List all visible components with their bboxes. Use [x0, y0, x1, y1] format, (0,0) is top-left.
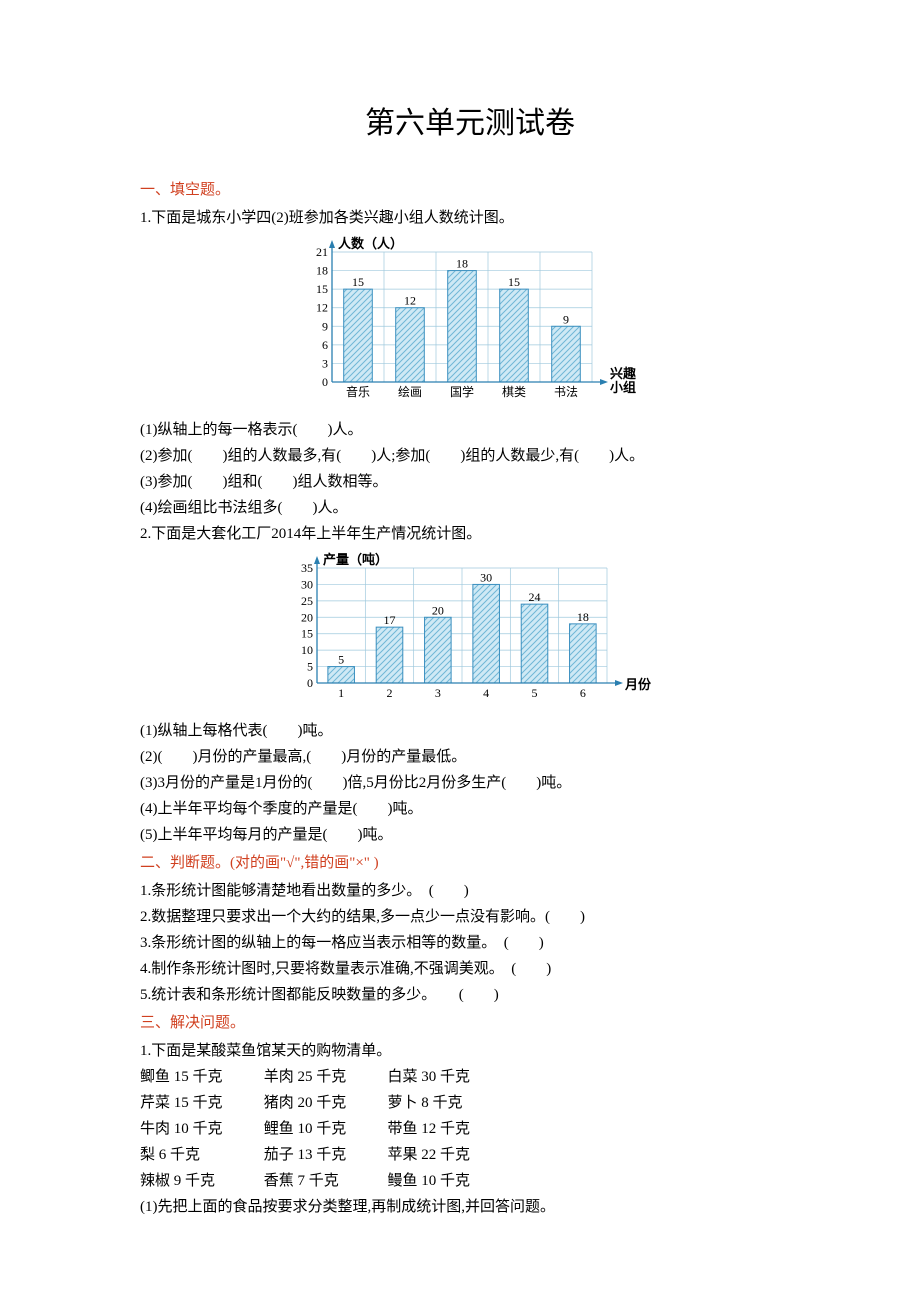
svg-text:30: 30: [301, 577, 313, 591]
shop-row-0: 鲫鱼 15 千克 羊肉 25 千克 白菜 30 千克: [140, 1065, 800, 1089]
q2-intro: 2.下面是大套化工厂2014年上半年生产情况统计图。: [140, 522, 800, 546]
svg-text:24: 24: [529, 590, 541, 604]
svg-text:15: 15: [352, 275, 364, 289]
j2: 2.数据整理只要求出一个大约的结果,多一点少一点没有影响。( ): [140, 905, 800, 929]
svg-text:国学: 国学: [450, 384, 474, 399]
shop-cell: 鲤鱼 10 千克: [264, 1117, 384, 1141]
shop-cell: 茄子 13 千克: [264, 1143, 384, 1167]
svg-text:15: 15: [508, 275, 520, 289]
shop-cell: 猪肉 20 千克: [264, 1091, 384, 1115]
svg-text:3: 3: [322, 356, 328, 370]
shop-cell: 羊肉 25 千克: [264, 1065, 384, 1089]
shop-cell: 白菜 30 千克: [388, 1065, 508, 1089]
q1-4: (4)绘画组比书法组多( )人。: [140, 496, 800, 520]
q1-intro: 1.下面是城东小学四(2)班参加各类兴趣小组人数统计图。: [140, 206, 800, 230]
section-3-head: 三、解决问题。: [140, 1011, 800, 1035]
shop-cell: 梨 6 千克: [140, 1143, 260, 1167]
shop-cell: 香蕉 7 千克: [264, 1169, 384, 1193]
shop-row-1: 芹菜 15 千克 猪肉 20 千克 萝卜 8 千克: [140, 1091, 800, 1115]
shop-cell: 苹果 22 千克: [388, 1143, 508, 1167]
svg-text:10: 10: [301, 643, 313, 657]
svg-text:音乐: 音乐: [346, 384, 370, 399]
svg-text:5: 5: [338, 653, 344, 667]
q2-5: (5)上半年平均每月的产量是( )吨。: [140, 823, 800, 847]
svg-text:5: 5: [532, 686, 538, 700]
svg-text:12: 12: [404, 294, 416, 308]
svg-text:20: 20: [432, 603, 444, 617]
svg-text:0: 0: [307, 676, 313, 690]
svg-text:12: 12: [316, 301, 328, 315]
svg-text:1: 1: [338, 686, 344, 700]
svg-text:20: 20: [301, 610, 313, 624]
svg-text:35: 35: [301, 561, 313, 575]
j1: 1.条形统计图能够清楚地看出数量的多少。 ( ): [140, 879, 800, 903]
section-2-head: 二、判断题。(对的画"√",错的画"×" ): [140, 851, 800, 875]
q2-4: (4)上半年平均每个季度的产量是( )吨。: [140, 797, 800, 821]
svg-text:2: 2: [387, 686, 393, 700]
svg-text:绘画: 绘画: [398, 384, 422, 399]
shop-cell: 带鱼 12 千克: [388, 1117, 508, 1141]
j4: 4.制作条形统计图时,只要将数量表示准确,不强调美观。 ( ): [140, 957, 800, 981]
svg-text:3: 3: [435, 686, 441, 700]
svg-text:25: 25: [301, 594, 313, 608]
svg-text:17: 17: [384, 613, 396, 627]
shop-row-4: 辣椒 9 千克 香蕉 7 千克 鳗鱼 10 千克: [140, 1169, 800, 1193]
q1-3: (3)参加( )组和( )组人数相等。: [140, 470, 800, 494]
q2-3: (3)3月份的产量是1月份的( )倍,5月份比2月份多生产( )吨。: [140, 771, 800, 795]
svg-text:18: 18: [456, 257, 468, 271]
svg-text:15: 15: [301, 627, 313, 641]
shop-row-2: 牛肉 10 千克 鲤鱼 10 千克 带鱼 12 千克: [140, 1117, 800, 1141]
svg-text:9: 9: [563, 312, 569, 326]
svg-text:9: 9: [322, 319, 328, 333]
shop-cell: 鲫鱼 15 千克: [140, 1065, 260, 1089]
svg-text:6: 6: [322, 338, 328, 352]
svg-text:产量（吨）: 产量（吨）: [323, 552, 388, 567]
shop-cell: 辣椒 9 千克: [140, 1169, 260, 1193]
svg-text:15: 15: [316, 282, 328, 296]
shop-row-3: 梨 6 千克 茄子 13 千克 苹果 22 千克: [140, 1143, 800, 1167]
svg-text:6: 6: [580, 686, 586, 700]
svg-text:4: 4: [483, 686, 489, 700]
svg-text:棋类: 棋类: [502, 385, 526, 399]
svg-text:5: 5: [307, 660, 313, 674]
svg-text:兴趣: 兴趣: [610, 366, 637, 381]
shop-cell: 芹菜 15 千克: [140, 1091, 260, 1115]
shop-cell: 萝卜 8 千克: [388, 1091, 508, 1115]
j3: 3.条形统计图的纵轴上的每一格应当表示相等的数量。 ( ): [140, 931, 800, 955]
chart-1: 15 12 18 15 9 0 3 6 9 12 15 18 21 音乐 绘画 国学 棋类 书法 人数（人） 兴趣小组: [140, 236, 800, 412]
svg-text:21: 21: [316, 245, 328, 259]
svg-text:18: 18: [316, 264, 328, 278]
q1-1: (1)纵轴上的每一格表示( )人。: [140, 418, 800, 442]
q2-2: (2)( )月份的产量最高,( )月份的产量最低。: [140, 745, 800, 769]
shop-cell: 鳗鱼 10 千克: [388, 1169, 508, 1193]
page-title: 第六单元测试卷: [140, 100, 800, 148]
j5: 5.统计表和条形统计图都能反映数量的多少。 ( ): [140, 983, 800, 1007]
q2-1: (1)纵轴上每格代表( )吨。: [140, 719, 800, 743]
p1-intro: 1.下面是某酸菜鱼馆某天的购物清单。: [140, 1039, 800, 1063]
svg-text:小组: 小组: [610, 380, 636, 395]
chart-2: 5 17 20 30 24 18 0 5 10 15 20 25 30 35 1 2 3 4 5 6 产量（吨） 月份: [140, 552, 800, 713]
shop-cell: 牛肉 10 千克: [140, 1117, 260, 1141]
q1-2: (2)参加( )组的人数最多,有( )人;参加( )组的人数最少,有( )人。: [140, 444, 800, 468]
svg-text:书法: 书法: [554, 385, 578, 399]
svg-text:30: 30: [480, 570, 492, 584]
p1-sub: (1)先把上面的食品按要求分类整理,再制成统计图,并回答问题。: [140, 1195, 800, 1219]
section-1-head: 一、填空题。: [140, 178, 800, 202]
svg-text:人数（人）: 人数（人）: [338, 236, 403, 251]
svg-text:18: 18: [577, 610, 589, 624]
svg-text:0: 0: [322, 375, 328, 389]
svg-text:月份: 月份: [624, 677, 652, 692]
